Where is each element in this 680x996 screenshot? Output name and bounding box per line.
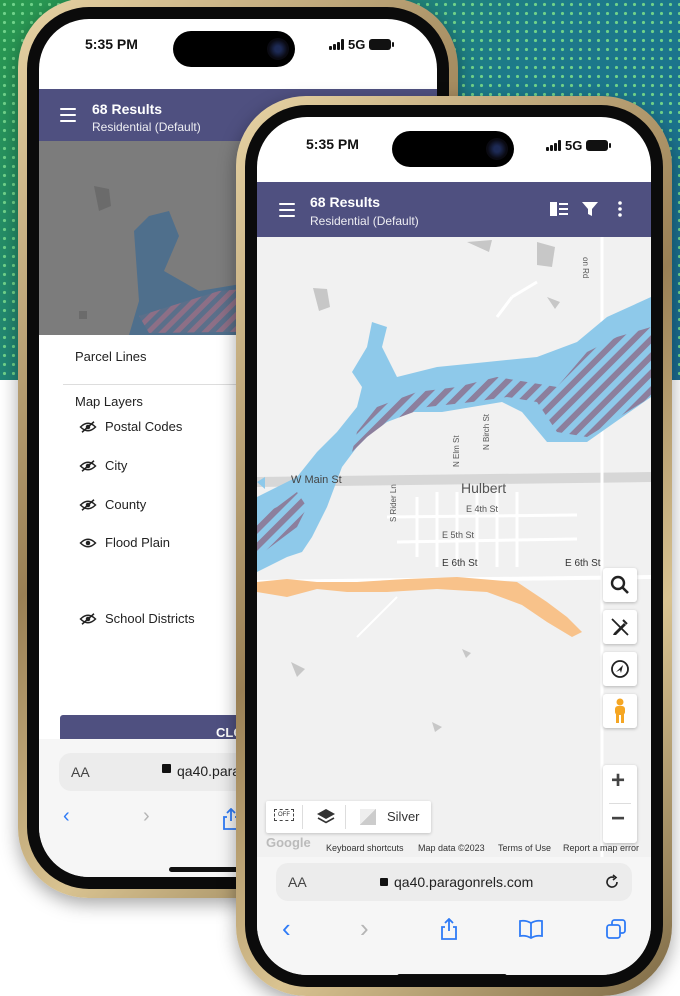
search-icon bbox=[610, 575, 629, 594]
camera-icon bbox=[267, 38, 289, 60]
street-label: on Rd bbox=[581, 257, 590, 279]
layers-icon[interactable] bbox=[316, 808, 336, 826]
battery-icon bbox=[586, 140, 612, 151]
layer-label: City bbox=[105, 458, 128, 473]
street-label: E 5th St bbox=[442, 530, 475, 540]
pegman-icon bbox=[615, 698, 625, 723]
eye-off-icon bbox=[79, 612, 97, 625]
map-bottom-toolbar: OFF Silver bbox=[266, 801, 431, 833]
eye-off-icon bbox=[79, 498, 97, 511]
street-view-button[interactable] bbox=[603, 694, 637, 728]
more-vert-icon[interactable] bbox=[617, 201, 623, 217]
draw-button[interactable] bbox=[603, 610, 637, 644]
layer-school-districts[interactable]: School Districts bbox=[79, 611, 195, 626]
navigation-icon bbox=[611, 660, 629, 678]
battery-icon bbox=[369, 39, 395, 50]
street-label: N Birch St bbox=[482, 413, 491, 450]
divider bbox=[302, 805, 303, 829]
back-arrow-icon[interactable]: ‹ bbox=[63, 805, 70, 828]
basemap-swatch[interactable] bbox=[360, 809, 376, 825]
layer-flood-plain[interactable]: Flood Plain bbox=[79, 535, 170, 550]
zoom-control: + − bbox=[603, 765, 637, 843]
status-indicators: 5G bbox=[329, 37, 395, 52]
layer-label: Flood Plain bbox=[105, 535, 171, 550]
map-layers-heading: Map Layers bbox=[75, 394, 143, 409]
map-data-label: Map data ©2023 bbox=[418, 843, 485, 853]
url-text: qa40.paragonrels.com bbox=[394, 874, 534, 890]
search-map-button[interactable] bbox=[603, 568, 637, 602]
results-subtitle: Residential (Default) bbox=[92, 120, 201, 134]
street-label: E 4th St bbox=[466, 504, 499, 514]
layer-label: County bbox=[105, 497, 147, 512]
town-label: Hulbert bbox=[461, 480, 507, 496]
forward-arrow-icon[interactable]: › bbox=[360, 913, 369, 944]
list-view-icon[interactable] bbox=[550, 201, 568, 217]
results-title: 68 Results bbox=[310, 194, 381, 210]
camera-icon bbox=[486, 138, 508, 160]
layer-label: School Districts bbox=[105, 611, 195, 626]
front-screen: 5:35 PM 5G 68 Results Residential (Defau… bbox=[257, 117, 651, 975]
menu-icon[interactable] bbox=[279, 203, 295, 221]
eye-off-icon bbox=[79, 420, 97, 433]
toggle-label: OFF bbox=[278, 812, 290, 818]
network-label: 5G bbox=[565, 138, 583, 153]
dynamic-island bbox=[392, 131, 514, 167]
url-bar[interactable]: AA qa40.paragonrels.com bbox=[276, 863, 632, 901]
zoom-out-button[interactable]: − bbox=[611, 805, 625, 833]
lock-icon bbox=[380, 878, 388, 886]
layer-postal-codes[interactable]: Postal Codes bbox=[79, 419, 182, 434]
zoom-divider bbox=[609, 803, 631, 804]
my-location-button[interactable] bbox=[603, 652, 637, 686]
layer-city[interactable]: City bbox=[79, 458, 127, 473]
layer-label: Postal Codes bbox=[105, 419, 183, 434]
parcel-toggle[interactable]: OFF bbox=[274, 809, 294, 821]
filter-icon[interactable] bbox=[582, 201, 598, 217]
status-time: 5:35 PM bbox=[85, 36, 138, 52]
parcel-lines-toggle[interactable]: Parcel Lines bbox=[75, 349, 147, 364]
street-label: N Elm St bbox=[452, 435, 461, 467]
menu-icon[interactable] bbox=[60, 108, 76, 126]
lock-icon bbox=[162, 764, 171, 773]
dynamic-island bbox=[173, 31, 295, 67]
back-arrow-icon[interactable]: ‹ bbox=[282, 913, 291, 944]
eye-off-icon bbox=[79, 459, 97, 472]
network-label: 5G bbox=[348, 37, 366, 52]
report-error-link[interactable]: Report a map error bbox=[563, 843, 639, 853]
layer-county[interactable]: County bbox=[79, 497, 146, 512]
bookmarks-icon[interactable] bbox=[519, 919, 543, 939]
signal-icon bbox=[546, 140, 561, 151]
front-phone: 5:35 PM 5G 68 Results Residential (Defau… bbox=[236, 96, 672, 996]
reload-icon[interactable] bbox=[604, 874, 620, 890]
forward-arrow-icon[interactable]: › bbox=[143, 805, 150, 828]
draw-off-icon bbox=[611, 618, 629, 636]
google-logo: Google bbox=[266, 835, 311, 850]
terms-link[interactable]: Terms of Use bbox=[498, 843, 551, 853]
basemap-label[interactable]: Silver bbox=[387, 809, 420, 824]
app-header: 68 Results Residential (Default) bbox=[257, 182, 651, 237]
status-time: 5:35 PM bbox=[306, 136, 359, 152]
reader-aa[interactable]: AA bbox=[71, 764, 90, 780]
keyboard-shortcuts-link[interactable]: Keyboard shortcuts bbox=[326, 843, 404, 853]
url-text: qa40.para bbox=[177, 763, 241, 779]
divider bbox=[345, 805, 346, 829]
status-indicators: 5G bbox=[546, 138, 612, 153]
street-label: E 6th St bbox=[565, 558, 601, 569]
zoom-in-button[interactable]: + bbox=[611, 767, 625, 795]
tabs-icon[interactable] bbox=[606, 919, 626, 939]
share-icon[interactable] bbox=[440, 918, 458, 940]
street-label: W Main St bbox=[291, 474, 342, 486]
results-title: 68 Results bbox=[92, 101, 163, 117]
street-label: E 6th St bbox=[442, 558, 478, 569]
street-label: S Rider Ln bbox=[389, 484, 398, 522]
results-subtitle: Residential (Default) bbox=[310, 214, 419, 228]
reader-aa[interactable]: AA bbox=[288, 874, 307, 890]
front-map[interactable] bbox=[257, 237, 651, 864]
eye-icon bbox=[79, 538, 97, 547]
browser-toolbar: AA qa40.paragonrels.com ‹ › bbox=[257, 857, 651, 975]
home-indicator bbox=[397, 974, 507, 975]
signal-icon bbox=[329, 39, 344, 50]
